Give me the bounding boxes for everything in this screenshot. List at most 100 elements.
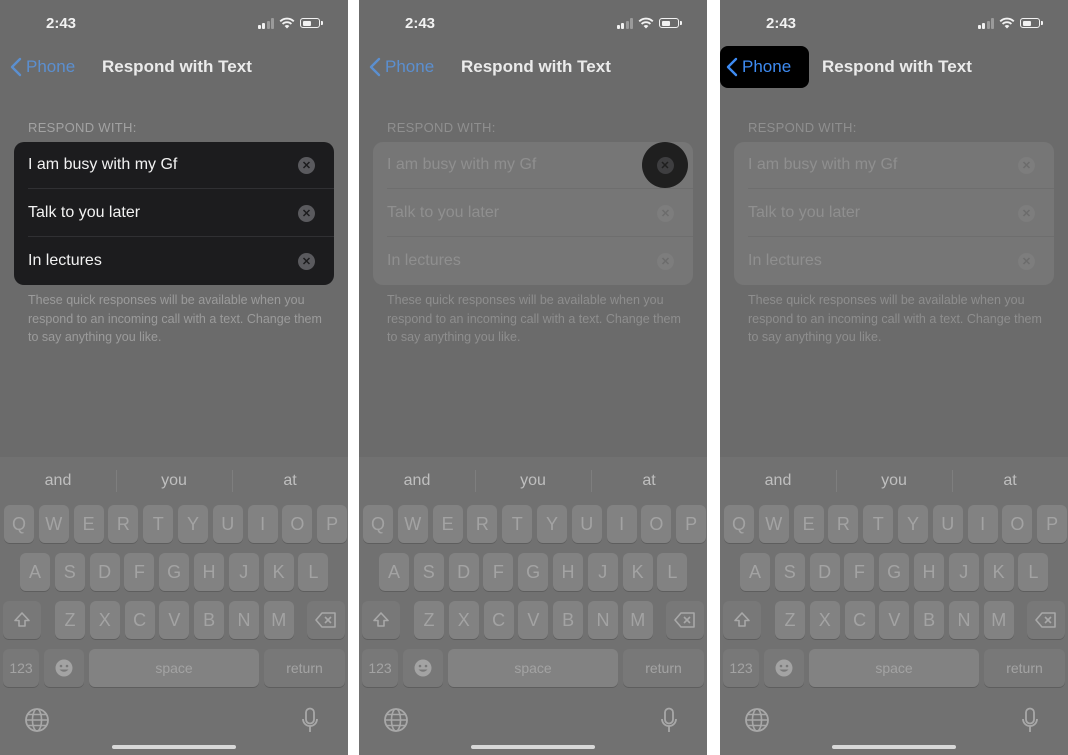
return-key[interactable]: return: [264, 649, 345, 687]
delete-key[interactable]: [666, 601, 704, 639]
globe-icon[interactable]: [744, 707, 770, 733]
letter-key[interactable]: L: [657, 553, 688, 591]
letter-key[interactable]: U: [932, 505, 963, 543]
letter-key[interactable]: U: [571, 505, 602, 543]
letter-key[interactable]: F: [483, 553, 514, 591]
suggestion-item[interactable]: you: [844, 472, 944, 490]
space-key[interactable]: space: [89, 649, 259, 687]
letter-key[interactable]: I: [606, 505, 637, 543]
letter-key[interactable]: B: [914, 601, 945, 639]
back-button[interactable]: Phone: [720, 46, 809, 88]
letter-key[interactable]: B: [194, 601, 225, 639]
letter-key[interactable]: Q: [363, 505, 393, 543]
clear-text-button[interactable]: ✕: [657, 253, 674, 270]
clear-text-button[interactable]: ✕: [298, 253, 315, 270]
response-row[interactable]: I am busy with my Gf ✕: [373, 142, 693, 189]
clear-text-button[interactable]: ✕: [298, 205, 315, 222]
shift-key[interactable]: [3, 601, 41, 639]
letter-key[interactable]: C: [483, 601, 514, 639]
letter-key[interactable]: H: [914, 553, 944, 591]
emoji-key[interactable]: [764, 649, 804, 687]
numbers-key[interactable]: 123: [723, 649, 759, 687]
letter-key[interactable]: R: [467, 505, 498, 543]
letter-key[interactable]: E: [73, 505, 104, 543]
letter-key[interactable]: Z: [775, 601, 805, 639]
suggestion-item[interactable]: you: [483, 472, 583, 490]
letter-key[interactable]: G: [159, 553, 190, 591]
response-row[interactable]: In lectures ✕: [373, 238, 693, 285]
letter-key[interactable]: I: [967, 505, 998, 543]
letter-key[interactable]: A: [20, 553, 50, 591]
emoji-key[interactable]: [44, 649, 84, 687]
letter-key[interactable]: K: [263, 553, 294, 591]
letter-key[interactable]: S: [413, 553, 444, 591]
microphone-icon[interactable]: [301, 707, 319, 735]
letter-key[interactable]: M: [263, 601, 294, 639]
response-text-field[interactable]: In lectures: [748, 252, 822, 270]
response-text-field[interactable]: Talk to you later: [748, 204, 860, 222]
shift-key[interactable]: [723, 601, 761, 639]
space-key[interactable]: space: [809, 649, 979, 687]
letter-key[interactable]: W: [38, 505, 69, 543]
letter-key[interactable]: E: [793, 505, 824, 543]
response-text-field[interactable]: Talk to you later: [28, 204, 140, 222]
letter-key[interactable]: P: [676, 505, 707, 543]
letter-key[interactable]: R: [108, 505, 139, 543]
globe-icon[interactable]: [383, 707, 409, 733]
letter-key[interactable]: V: [518, 601, 549, 639]
response-row[interactable]: I am busy with my Gf ✕: [14, 142, 334, 189]
suggestion-item[interactable]: at: [240, 472, 340, 490]
response-text-field[interactable]: I am busy with my Gf: [28, 156, 177, 174]
suggestion-item[interactable]: at: [599, 472, 699, 490]
letter-key[interactable]: V: [159, 601, 190, 639]
response-row[interactable]: In lectures ✕: [14, 238, 334, 285]
letter-key[interactable]: J: [228, 553, 259, 591]
letter-key[interactable]: J: [948, 553, 979, 591]
letter-key[interactable]: N: [229, 601, 259, 639]
delete-key[interactable]: [307, 601, 345, 639]
letter-key[interactable]: D: [89, 553, 120, 591]
response-text-field[interactable]: I am busy with my Gf: [748, 156, 897, 174]
letter-key[interactable]: A: [379, 553, 409, 591]
suggestion-item[interactable]: at: [960, 472, 1060, 490]
numbers-key[interactable]: 123: [362, 649, 398, 687]
response-text-field[interactable]: I am busy with my Gf: [387, 156, 536, 174]
letter-key[interactable]: Y: [537, 505, 567, 543]
response-row[interactable]: Talk to you later ✕: [373, 190, 693, 237]
letter-key[interactable]: Q: [4, 505, 34, 543]
letter-key[interactable]: N: [588, 601, 618, 639]
letter-key[interactable]: L: [1018, 553, 1049, 591]
letter-key[interactable]: W: [397, 505, 428, 543]
letter-key[interactable]: T: [863, 505, 894, 543]
letter-key[interactable]: Y: [178, 505, 208, 543]
microphone-icon[interactable]: [1021, 707, 1039, 735]
clear-text-button[interactable]: ✕: [1018, 253, 1035, 270]
letter-key[interactable]: I: [247, 505, 278, 543]
response-text-field[interactable]: In lectures: [387, 252, 461, 270]
letter-key[interactable]: X: [448, 601, 479, 639]
suggestion-item[interactable]: and: [8, 472, 108, 490]
letter-key[interactable]: O: [1002, 505, 1033, 543]
clear-text-button[interactable]: ✕: [656, 156, 674, 174]
response-row[interactable]: In lectures ✕: [734, 238, 1054, 285]
letter-key[interactable]: T: [502, 505, 533, 543]
response-row[interactable]: Talk to you later ✕: [734, 190, 1054, 237]
suggestion-item[interactable]: you: [124, 472, 224, 490]
numbers-key[interactable]: 123: [3, 649, 39, 687]
letter-key[interactable]: P: [317, 505, 348, 543]
letter-key[interactable]: A: [740, 553, 770, 591]
letter-key[interactable]: M: [983, 601, 1014, 639]
letter-key[interactable]: T: [143, 505, 174, 543]
response-row[interactable]: Talk to you later ✕: [14, 190, 334, 237]
globe-icon[interactable]: [24, 707, 50, 733]
letter-key[interactable]: D: [448, 553, 479, 591]
clear-text-button[interactable]: ✕: [1018, 205, 1035, 222]
microphone-icon[interactable]: [660, 707, 678, 735]
letter-key[interactable]: P: [1037, 505, 1068, 543]
letter-key[interactable]: K: [983, 553, 1014, 591]
letter-key[interactable]: G: [879, 553, 910, 591]
letter-key[interactable]: K: [622, 553, 653, 591]
letter-key[interactable]: M: [622, 601, 653, 639]
letter-key[interactable]: O: [641, 505, 672, 543]
space-key[interactable]: space: [448, 649, 618, 687]
